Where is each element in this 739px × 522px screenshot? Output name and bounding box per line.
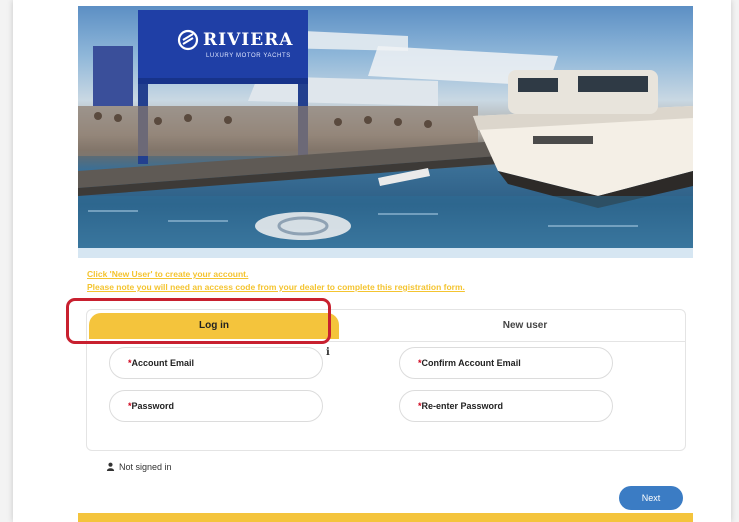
reenter-password-field[interactable]: *Re-enter Password [399, 390, 613, 422]
registration-panel: RIVIERA LUXURY MOTOR YACHTS Click 'New U… [78, 6, 693, 522]
highlight-outline [66, 298, 331, 344]
tab-new-user[interactable]: New user [367, 313, 683, 339]
password-field[interactable]: *Password [109, 390, 323, 422]
account-email-field[interactable]: *Account Email [109, 347, 323, 379]
confirm-email-field[interactable]: *Confirm Account Email [399, 347, 613, 379]
confirm-email-label: Confirm Account Email [421, 358, 521, 368]
footer-bar [78, 513, 693, 522]
sign-in-status-text: Not signed in [119, 462, 172, 472]
new-user-hint-link[interactable]: Click 'New User' to create your account. [87, 268, 465, 281]
sign-in-status: Not signed in [106, 462, 172, 472]
account-email-label: Account Email [131, 358, 195, 368]
brand-tagline: LUXURY MOTOR YACHTS [206, 53, 291, 59]
page-card: RIVIERA LUXURY MOTOR YACHTS Click 'New U… [13, 0, 731, 522]
next-button[interactable]: Next [619, 486, 683, 510]
brand-name: RIVIERA [203, 30, 294, 50]
person-icon [106, 462, 115, 471]
access-code-hint-link[interactable]: Please note you will need an access code… [87, 281, 465, 294]
reenter-password-label: Re-enter Password [421, 401, 504, 411]
hero-divider [78, 248, 693, 258]
info-icon[interactable]: i [326, 347, 330, 358]
boat-show-illustration [78, 10, 693, 254]
hero-image: RIVIERA LUXURY MOTOR YACHTS [78, 6, 693, 254]
registration-notice: Click 'New User' to create your account.… [87, 268, 465, 294]
password-label: Password [131, 401, 175, 411]
